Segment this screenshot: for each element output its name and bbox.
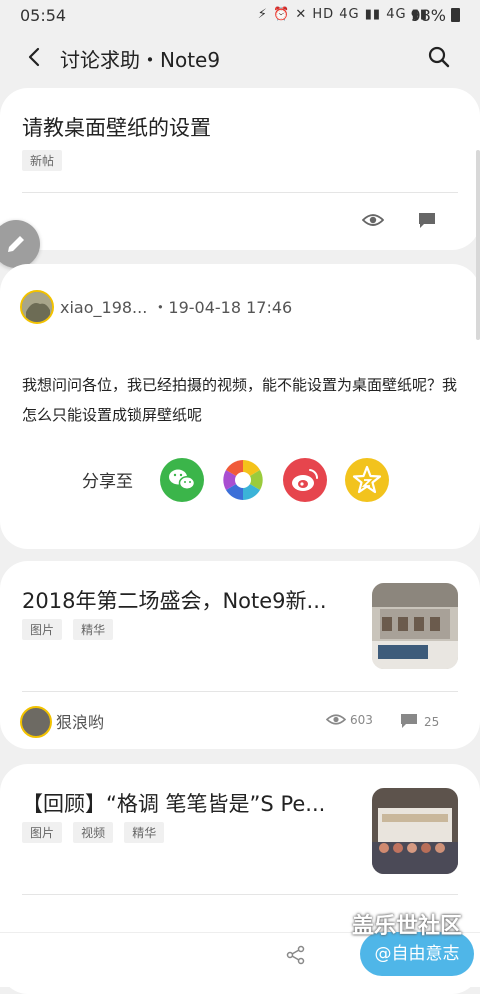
post-header-card: 请教桌面壁纸的设置 新帖 [0, 88, 480, 250]
author-avatar[interactable] [20, 706, 52, 738]
view-count: 603 [325, 713, 373, 727]
feed-item-tags: 图片 视频 精华 [22, 822, 170, 843]
feed-item[interactable]: 2018年第二场盛会，Note9新... 图片 精华 狠浪哟 603 25 [0, 561, 480, 749]
comment-count: 25 [400, 713, 439, 729]
page-title: 讨论求助・Note9 [60, 48, 221, 72]
status-indicators: ⚡ ⏰ ✕ HD 4G ▮▮ 4G ▮▮ [257, 7, 428, 22]
share-icon[interactable] [285, 944, 307, 966]
share-label: 分享至 [82, 472, 133, 492]
community-watermark: 盖乐世社区 [352, 914, 463, 939]
divider [22, 894, 458, 895]
eye-icon [325, 714, 347, 725]
tag-featured[interactable]: 精华 [73, 619, 114, 640]
battery-level: 98% [410, 6, 446, 25]
feed-item-title[interactable]: 【回顾】“格调 笔笔皆是”S Pe... [22, 788, 325, 818]
eye-icon[interactable] [362, 212, 384, 228]
scroll-indicator[interactable] [476, 150, 480, 340]
favorite-star-icon [345, 458, 389, 502]
back-arrow-icon[interactable] [22, 44, 48, 70]
feed-item-title[interactable]: 2018年第二场盛会，Note9新... [22, 585, 327, 615]
divider [22, 691, 458, 692]
post-timestamp: ・19-04-18 17:46 [152, 298, 293, 317]
share-wechat-button[interactable] [160, 458, 204, 502]
author-name[interactable]: xiao_198... [60, 298, 147, 317]
comment-icon [401, 714, 417, 728]
wechat-icon [160, 458, 204, 502]
moments-icon [221, 458, 265, 502]
tag-image[interactable]: 图片 [22, 822, 63, 843]
post-title: 请教桌面壁纸的设置 [22, 116, 211, 140]
feed-item-thumbnail[interactable] [372, 788, 458, 874]
tag-image[interactable]: 图片 [22, 619, 63, 640]
tag-new[interactable]: 新帖 [22, 150, 63, 171]
battery-icon [451, 8, 460, 22]
post-tags: 新帖 [22, 150, 68, 171]
status-time: 05:54 [20, 6, 67, 25]
feed-item-thumbnail[interactable] [372, 583, 458, 669]
comment-icon[interactable] [418, 212, 436, 230]
divider [22, 192, 458, 193]
weibo-icon [283, 458, 327, 502]
feed-item-tags: 图片 精华 [22, 619, 119, 640]
author-avatar[interactable] [20, 290, 54, 324]
search-icon[interactable] [426, 44, 452, 70]
views-value: 603 [350, 713, 373, 727]
comments-value: 25 [424, 715, 440, 729]
tag-featured[interactable]: 精华 [124, 822, 165, 843]
pencil-icon [8, 236, 24, 252]
share-favorite-button[interactable] [345, 458, 389, 502]
post-body-text: 我想问问各位，我已经拍摄的视频，能不能设置为桌面壁纸呢？我怎么只能设置成锁屏壁纸… [22, 376, 458, 424]
edit-button[interactable] [0, 220, 40, 268]
author-name[interactable]: 狠浪哟 [56, 709, 104, 733]
app-bar: 讨论求助・Note9 [0, 30, 480, 86]
share-weibo-button[interactable] [283, 458, 327, 502]
tag-video[interactable]: 视频 [73, 822, 114, 843]
author-meta: xiao_198... ・19-04-18 17:46 [60, 294, 292, 318]
post-body-card: xiao_198... ・19-04-18 17:46 我想问问各位，我已经拍摄… [0, 264, 480, 549]
share-moments-button[interactable] [221, 458, 265, 502]
status-bar: 05:54 ⚡ ⏰ ✕ HD 4G ▮▮ 4G ▮▮ 98% [0, 0, 480, 30]
